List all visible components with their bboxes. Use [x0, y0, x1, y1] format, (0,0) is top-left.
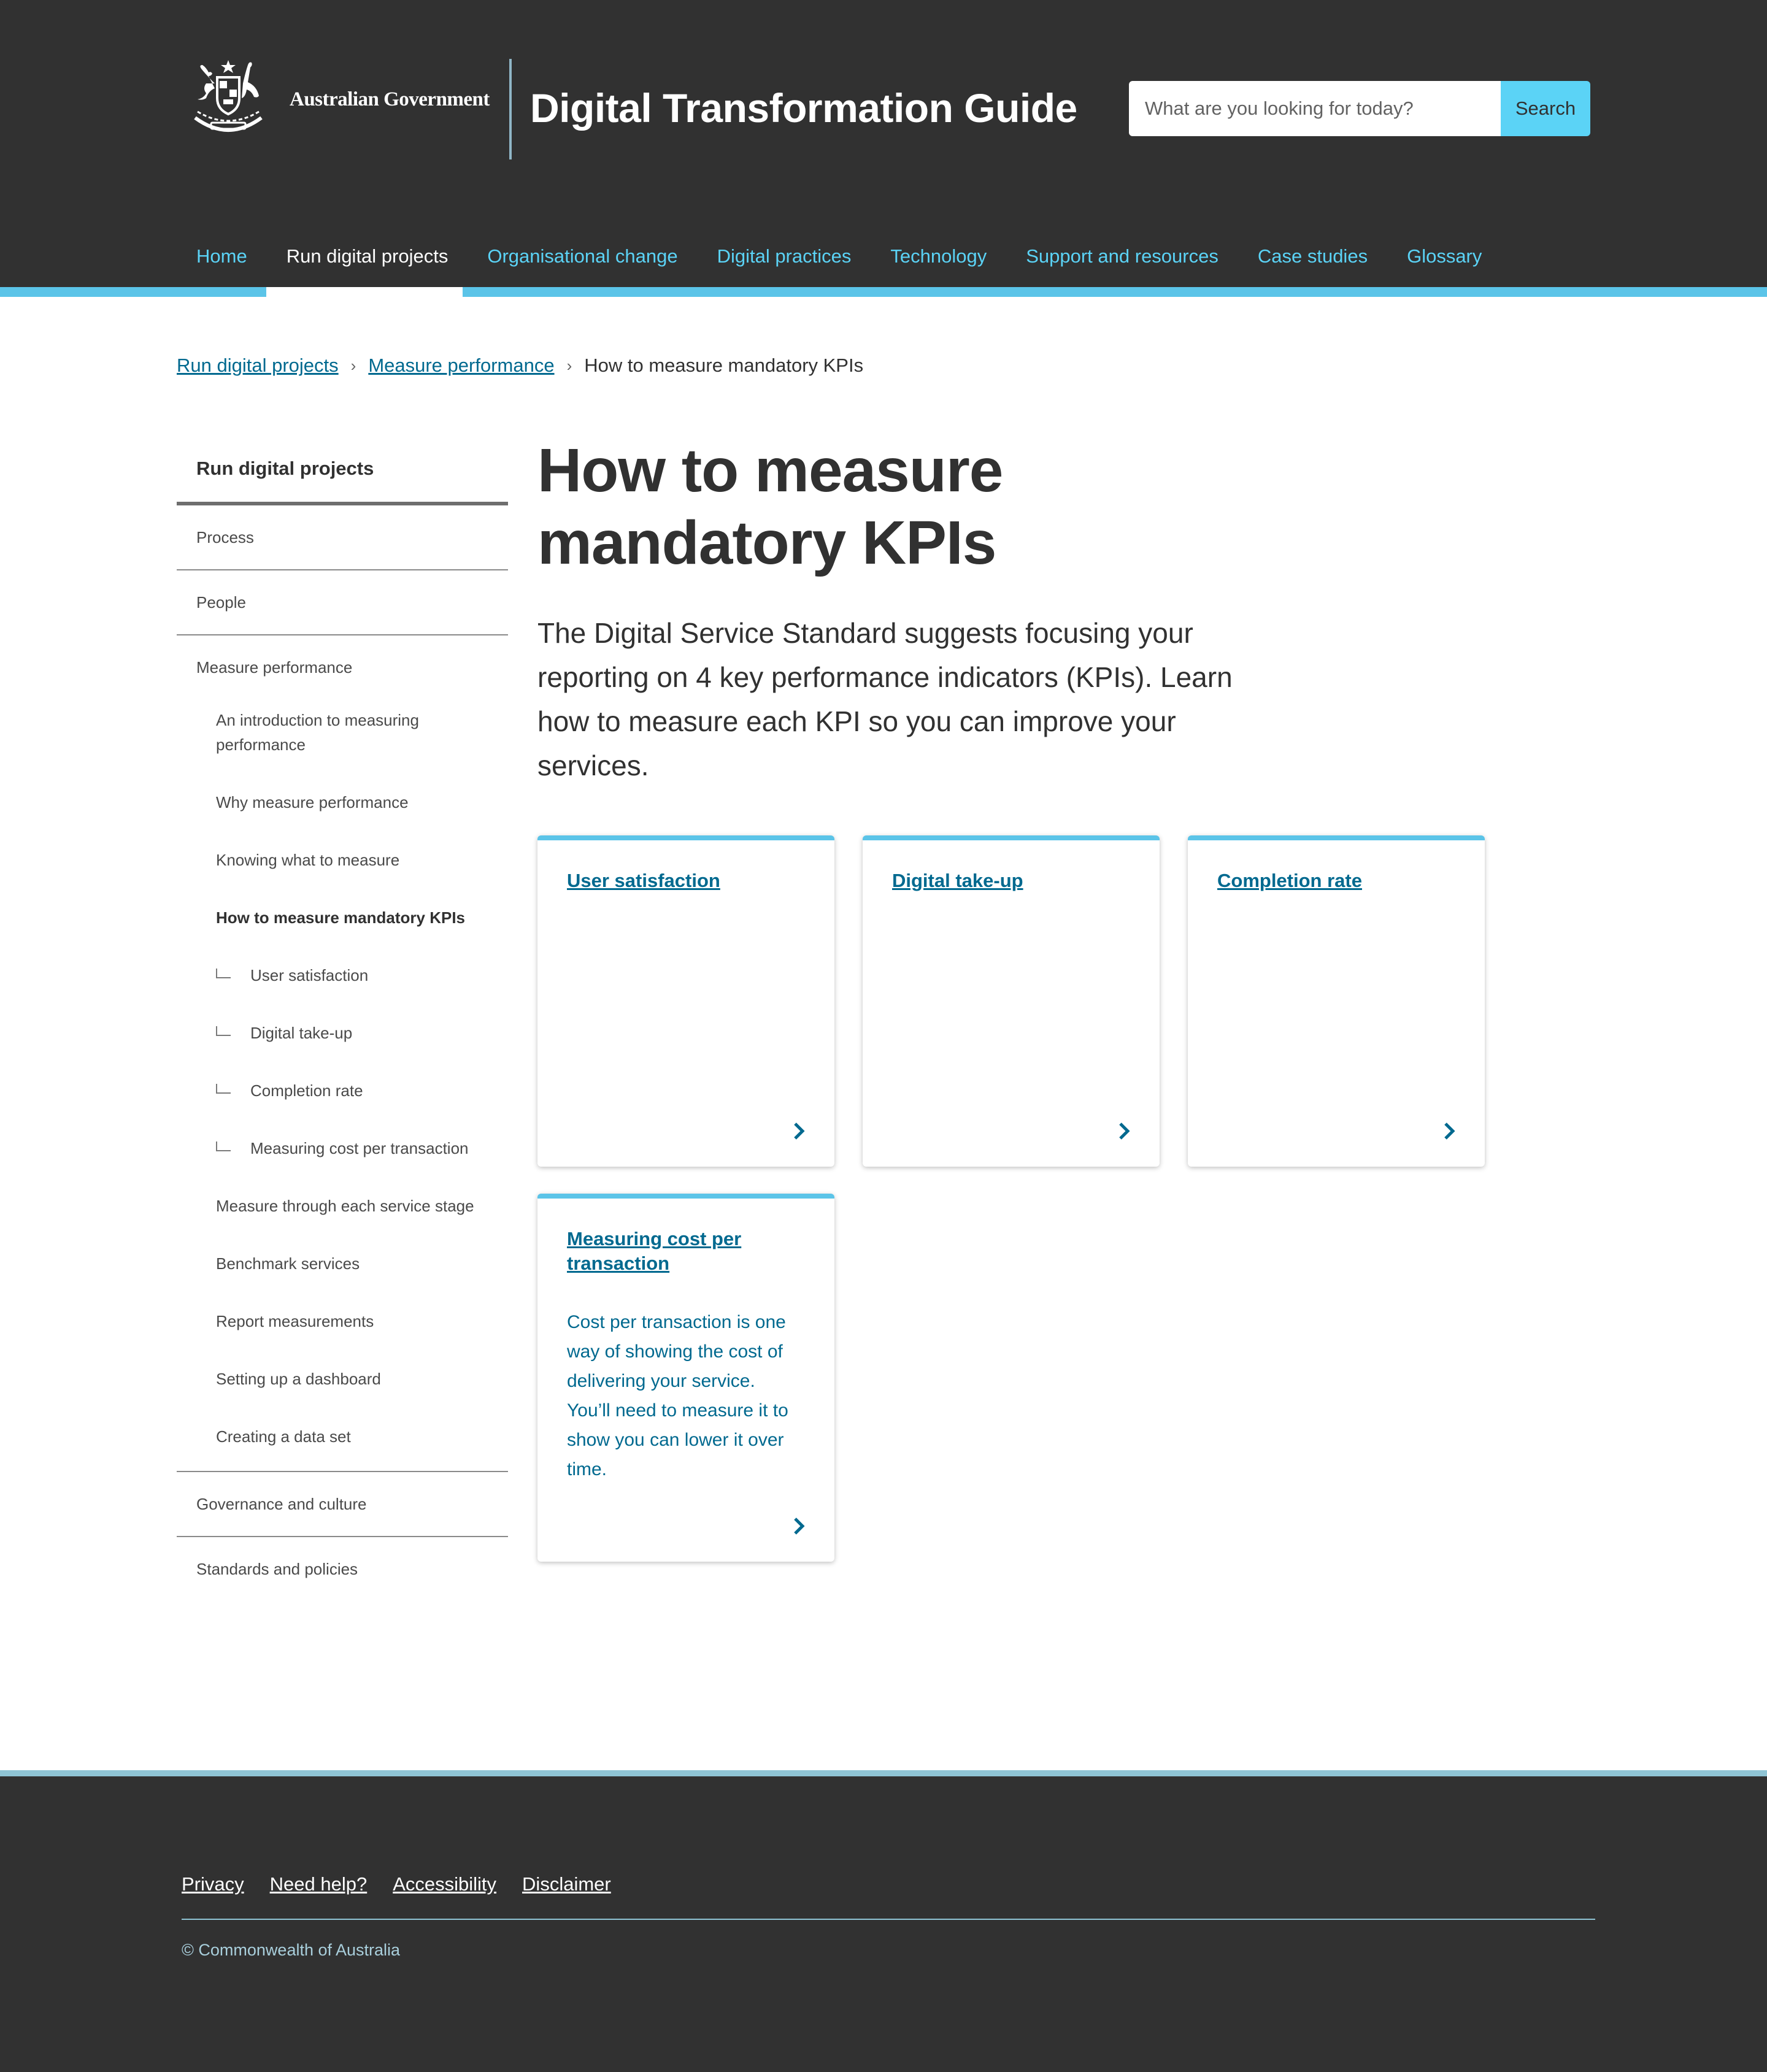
footer-links: Privacy Need help? Accessibility Disclai…: [182, 1873, 637, 1895]
nav-support-and-resources[interactable]: Support and resources: [1007, 226, 1239, 287]
branch-icon: [216, 1026, 231, 1036]
sidebar-item-service-stage[interactable]: Measure through each service stage: [177, 1175, 508, 1233]
sidebar-heading[interactable]: Run digital projects: [177, 438, 508, 505]
breadcrumb-chevron-icon: ›: [350, 356, 356, 375]
search-input[interactable]: [1129, 81, 1501, 136]
sidebar-item-measure-performance[interactable]: Measure performance: [177, 635, 508, 689]
sidebar-item-dashboard[interactable]: Setting up a dashboard: [177, 1348, 508, 1406]
chevron-right-icon: [1119, 1122, 1130, 1140]
sidebar-nav: Run digital projects Process People Meas…: [177, 438, 508, 1591]
chevron-right-icon: [794, 1518, 805, 1535]
sidebar-item-user-satisfaction[interactable]: User satisfaction: [177, 945, 508, 1002]
footer-link-disclaimer[interactable]: Disclaimer: [522, 1873, 611, 1895]
card-title[interactable]: Digital take-up: [892, 869, 1135, 893]
card-title[interactable]: User satisfaction: [567, 869, 810, 893]
nav-digital-practices[interactable]: Digital practices: [699, 226, 872, 287]
chevron-right-icon: [1444, 1122, 1455, 1140]
sidebar-item-data-set[interactable]: Creating a data set: [177, 1406, 508, 1464]
sidebar-item-cost-per-transaction[interactable]: Measuring cost per transaction: [177, 1118, 508, 1175]
site-title[interactable]: Digital Transformation Guide: [530, 85, 1077, 131]
sidebar-item-standards[interactable]: Standards and policies: [177, 1537, 508, 1591]
header-accent-bar: [0, 287, 1767, 297]
card-completion-rate[interactable]: Completion rate: [1188, 835, 1485, 1167]
card-description: Cost per transaction is one way of showi…: [567, 1312, 788, 1479]
sidebar-item-people[interactable]: People: [177, 570, 508, 635]
search-button[interactable]: Search: [1501, 81, 1590, 136]
page-intro: The Digital Service Standard suggests fo…: [537, 617, 1233, 781]
sidebar-subnav-measure-performance: An introduction to measuring performance…: [177, 689, 508, 1472]
breadcrumb-chevron-icon: ›: [566, 356, 572, 375]
sidebar-item-intro-measuring[interactable]: An introduction to measuring performance: [177, 689, 508, 772]
site-header: Australian Government Digital Transforma…: [0, 0, 1767, 287]
card-user-satisfaction[interactable]: User satisfaction: [537, 835, 834, 1167]
nav-glossary[interactable]: Glossary: [1388, 226, 1503, 287]
breadcrumb: Run digital projects › Measure performan…: [177, 355, 863, 377]
page-title: How to measure mandatory KPIs: [537, 436, 1003, 577]
footer-accent-bar: [0, 1770, 1767, 1776]
sidebar-item-process[interactable]: Process: [177, 505, 508, 570]
coat-of-arms-icon[interactable]: [177, 59, 280, 136]
sidebar-item-governance[interactable]: Governance and culture: [177, 1472, 508, 1537]
active-nav-indicator: [266, 287, 463, 297]
header-divider: [509, 59, 512, 159]
government-name: Australian Government: [290, 88, 490, 110]
main-nav: Home Run digital projects Organisational…: [178, 226, 1503, 287]
nav-case-studies[interactable]: Case studies: [1239, 226, 1388, 287]
branch-icon: [216, 969, 231, 978]
sidebar-item-report[interactable]: Report measurements: [177, 1291, 508, 1348]
chevron-right-icon: [794, 1122, 805, 1140]
sidebar-item-knowing-what[interactable]: Knowing what to measure: [177, 829, 508, 887]
nav-technology[interactable]: Technology: [872, 226, 1007, 287]
sidebar-item-label: Measuring cost per transaction: [250, 1139, 469, 1157]
sidebar-item-digital-take-up[interactable]: Digital take-up: [177, 1002, 508, 1060]
footer-link-need-help[interactable]: Need help?: [270, 1873, 368, 1895]
card-digital-take-up[interactable]: Digital take-up: [863, 835, 1160, 1167]
breadcrumb-current: How to measure mandatory KPIs: [584, 355, 864, 376]
sidebar-item-benchmark[interactable]: Benchmark services: [177, 1233, 508, 1291]
breadcrumb-run-digital-projects[interactable]: Run digital projects: [177, 355, 339, 377]
sidebar-item-why-measure[interactable]: Why measure performance: [177, 772, 508, 829]
nav-home[interactable]: Home: [178, 226, 268, 287]
branch-icon: [216, 1142, 231, 1151]
sidebar-item-label: Completion rate: [250, 1081, 363, 1100]
site-footer: Privacy Need help? Accessibility Disclai…: [0, 1776, 1767, 2072]
copyright: © Commonwealth of Australia: [182, 1941, 401, 1959]
sidebar-item-label: Digital take-up: [250, 1024, 353, 1042]
branch-icon: [216, 1084, 231, 1094]
footer-divider: [182, 1919, 1595, 1920]
footer-link-privacy[interactable]: Privacy: [182, 1873, 244, 1895]
card-cost-per-transaction[interactable]: Measuring cost per transaction Cost per …: [537, 1194, 834, 1562]
sidebar-item-completion-rate[interactable]: Completion rate: [177, 1060, 508, 1118]
card-title[interactable]: Completion rate: [1217, 869, 1460, 893]
sidebar-item-label: User satisfaction: [250, 966, 369, 984]
nav-run-digital-projects[interactable]: Run digital projects: [268, 226, 469, 287]
card-title[interactable]: Measuring cost per transaction: [567, 1227, 810, 1276]
nav-organisational-change[interactable]: Organisational change: [469, 226, 698, 287]
breadcrumb-measure-performance[interactable]: Measure performance: [368, 355, 554, 377]
footer-link-accessibility[interactable]: Accessibility: [393, 1873, 496, 1895]
sidebar-item-how-to-measure-kpis[interactable]: How to measure mandatory KPIs: [177, 887, 508, 945]
